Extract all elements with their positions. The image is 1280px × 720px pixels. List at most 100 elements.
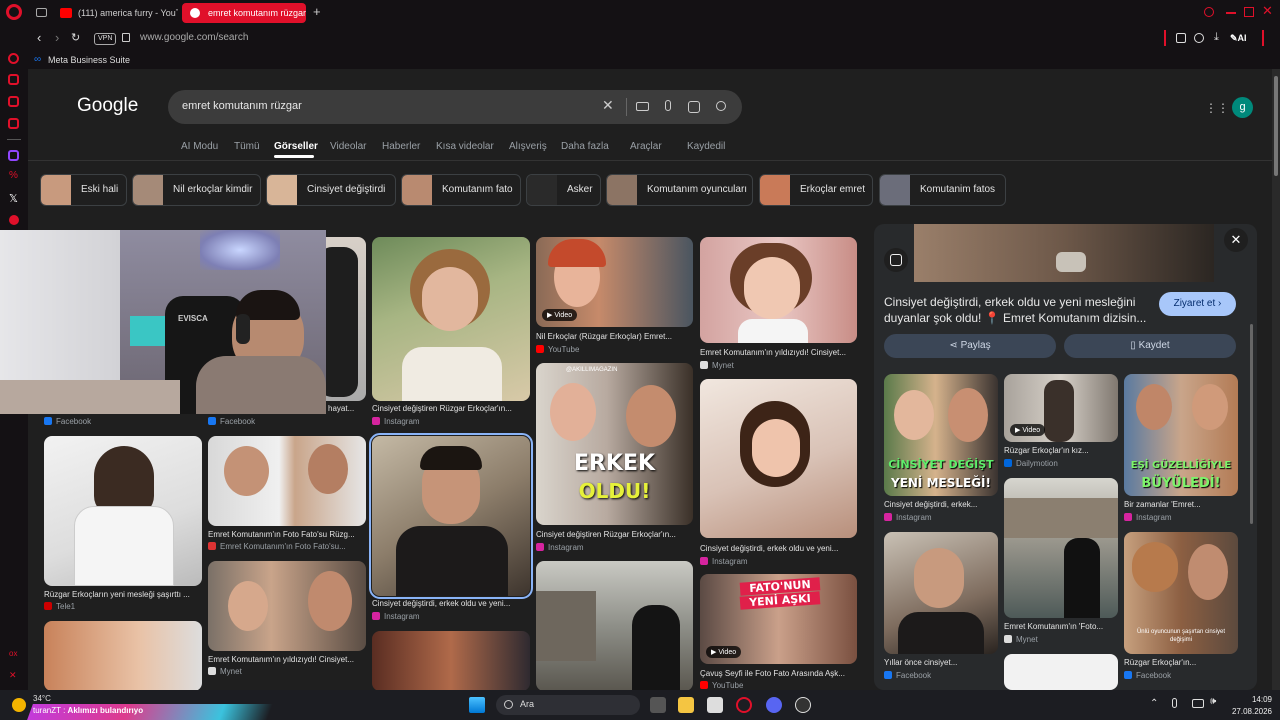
obs-icon[interactable]: [795, 697, 811, 713]
result-title[interactable]: Rüzgar Erkoçların yeni mesleği şaşırttı …: [44, 590, 202, 599]
tab-google[interactable]: emret komutanım rüzgar -: [182, 3, 306, 23]
back-button[interactable]: ‹: [37, 30, 41, 45]
result-video[interactable]: ▶ Video: [536, 237, 693, 327]
search-tab[interactable]: Araçlar: [630, 141, 662, 152]
url-field[interactable]: www.google.com/search: [140, 32, 248, 43]
store-icon[interactable]: [707, 697, 723, 713]
aria-icon[interactable]: [8, 53, 19, 64]
result-source[interactable]: Facebook: [208, 417, 255, 426]
download-icon[interactable]: ⤓: [1214, 31, 1219, 44]
related-search-chip[interactable]: Asker: [526, 174, 601, 206]
apps-icon[interactable]: ⋮⋮: [1205, 101, 1229, 115]
search-box[interactable]: emret komutanım rüzgar ✕: [168, 90, 742, 124]
search-tab[interactable]: Haberler: [382, 141, 420, 152]
related-title[interactable]: Rüzgar Erkoçlar'ın kız...: [1004, 446, 1118, 455]
result-image[interactable]: [44, 436, 202, 586]
search-tab[interactable]: Kaydedil: [687, 141, 725, 152]
lens-icon[interactable]: [688, 101, 700, 113]
result-title[interactable]: Emret Komutanım'ın yıldızıydı! Cinsiyet.…: [208, 655, 366, 664]
messenger-icon[interactable]: [8, 96, 19, 107]
related-search-chip[interactable]: Komutanım oyuncuları: [606, 174, 753, 206]
bookmark-meta-business[interactable]: Meta Business Suite: [48, 55, 130, 65]
panel-scrollbar[interactable]: [1250, 324, 1253, 524]
result-image[interactable]: [700, 379, 857, 538]
related-video[interactable]: ▶ Video: [1004, 374, 1118, 442]
taskbar-search[interactable]: Ara: [496, 695, 640, 715]
search-tab[interactable]: Tümü: [234, 141, 260, 152]
avatar[interactable]: g: [1232, 97, 1253, 118]
result-source[interactable]: Mynet: [700, 361, 734, 370]
new-tab-button[interactable]: +: [313, 4, 321, 19]
more-icon[interactable]: ox: [9, 649, 17, 658]
related-source[interactable]: Instagram: [1124, 513, 1172, 522]
result-video[interactable]: FATO'NUN YENİ AŞKI ▶ Video: [700, 574, 857, 664]
network-icon[interactable]: [1192, 699, 1204, 708]
result-source[interactable]: YouTube: [700, 681, 743, 690]
preview-title[interactable]: Cinsiyet değiştirdi, erkek oldu ve yeni …: [884, 294, 1149, 328]
search-tab[interactable]: Alışveriş: [509, 141, 547, 152]
clear-icon[interactable]: ✕: [602, 97, 614, 114]
result-image[interactable]: [208, 436, 366, 526]
related-search-chip[interactable]: Nil erkoçlar kimdir: [132, 174, 261, 206]
result-source[interactable]: YouTube: [536, 345, 579, 354]
result-image[interactable]: [536, 561, 693, 690]
related-search-chip[interactable]: Eski hali: [40, 174, 127, 206]
related-image[interactable]: CİNSİYET DEĞİŞT YENİ MESLEĞİ!: [884, 374, 998, 496]
weather-icon[interactable]: [12, 698, 26, 712]
visit-button[interactable]: Ziyaret et ›: [1159, 292, 1236, 316]
search-tabs-icon[interactable]: [1204, 7, 1214, 17]
pinterest-icon[interactable]: [9, 215, 19, 225]
opera-gx-icon[interactable]: [736, 697, 752, 713]
discord-icon[interactable]: [766, 697, 782, 713]
result-image[interactable]: [44, 621, 202, 690]
related-image[interactable]: EŞİ GÜZELLİĞİYLE BÜYÜLEDİ!: [1124, 374, 1238, 496]
forward-button[interactable]: ›: [55, 30, 59, 45]
result-title[interactable]: Cinsiyet değiştirdi, erkek oldu ve yeni.…: [700, 544, 857, 553]
search-tab[interactable]: Görseller: [274, 141, 318, 152]
result-source[interactable]: Instagram: [536, 543, 584, 552]
speed-dial-icon[interactable]: [8, 74, 19, 85]
file-explorer-icon[interactable]: [678, 697, 694, 713]
result-source[interactable]: Mynet: [208, 667, 242, 676]
mic-icon[interactable]: [1172, 698, 1177, 708]
result-title-partial[interactable]: hayat...: [328, 404, 368, 413]
tray-chevron-icon[interactable]: ⌃: [1150, 698, 1158, 709]
search-input[interactable]: emret komutanım rüzgar: [182, 100, 302, 112]
related-title[interactable]: Bir zamanlar 'Emret...: [1124, 500, 1238, 509]
result-title[interactable]: Nil Erkoçlar (Rüzgar Erkoçlar) Emret...: [536, 332, 693, 341]
ai-icon[interactable]: ✎AI: [1230, 33, 1247, 44]
percent-icon[interactable]: %: [9, 170, 18, 181]
result-source[interactable]: Instagram: [372, 417, 420, 426]
search-tab[interactable]: Daha fazla: [561, 141, 609, 152]
save-button[interactable]: ▯ Kaydet: [1064, 334, 1236, 358]
preview-image[interactable]: [914, 224, 1214, 282]
weather-temp[interactable]: 34°C: [33, 694, 51, 703]
result-image[interactable]: @AKILLIMAGAZIN ERKEK OLDU!: [536, 363, 693, 525]
result-title[interactable]: Cinsiyet değiştirdi, erkek oldu ve yeni.…: [372, 599, 530, 608]
related-image[interactable]: Ünlü oyuncunun şaşırtan cinsiyet değişim…: [1124, 532, 1238, 654]
clock-time[interactable]: 14:09: [1232, 695, 1272, 704]
result-source[interactable]: Instagram: [700, 557, 748, 566]
tab-overview-icon[interactable]: [36, 8, 47, 17]
x-icon[interactable]: 𝕏: [9, 192, 18, 205]
microphone-icon[interactable]: [665, 100, 671, 111]
result-image[interactable]: [372, 237, 530, 401]
related-source[interactable]: Dailymotion: [1004, 459, 1058, 468]
related-source[interactable]: Facebook: [1124, 671, 1171, 680]
close-panel-button[interactable]: ✕: [1224, 228, 1248, 252]
lens-search-icon[interactable]: [884, 248, 908, 272]
related-source[interactable]: Instagram: [884, 513, 932, 522]
related-title[interactable]: Cinsiyet değiştirdi, erkek...: [884, 500, 998, 509]
result-title[interactable]: Cinsiyet değiştiren Rüzgar Erkoçlar'ın..…: [536, 530, 693, 539]
collapse-icon[interactable]: ✕: [9, 670, 17, 681]
search-tab[interactable]: Videolar: [330, 141, 367, 152]
related-image[interactable]: [1004, 478, 1118, 618]
related-image[interactable]: [884, 532, 998, 654]
related-title[interactable]: Yıllar önce cinsiyet...: [884, 658, 998, 667]
result-source[interactable]: Emret Komutanım'ın Foto Fato'su...: [208, 542, 366, 551]
result-image[interactable]: [372, 631, 530, 690]
close-window-button[interactable]: ✕: [1262, 3, 1273, 19]
share-button[interactable]: ⋖ Paylaş: [884, 334, 1056, 358]
result-image[interactable]: [208, 561, 366, 651]
clock-date[interactable]: 27.08.2026: [1224, 707, 1272, 716]
